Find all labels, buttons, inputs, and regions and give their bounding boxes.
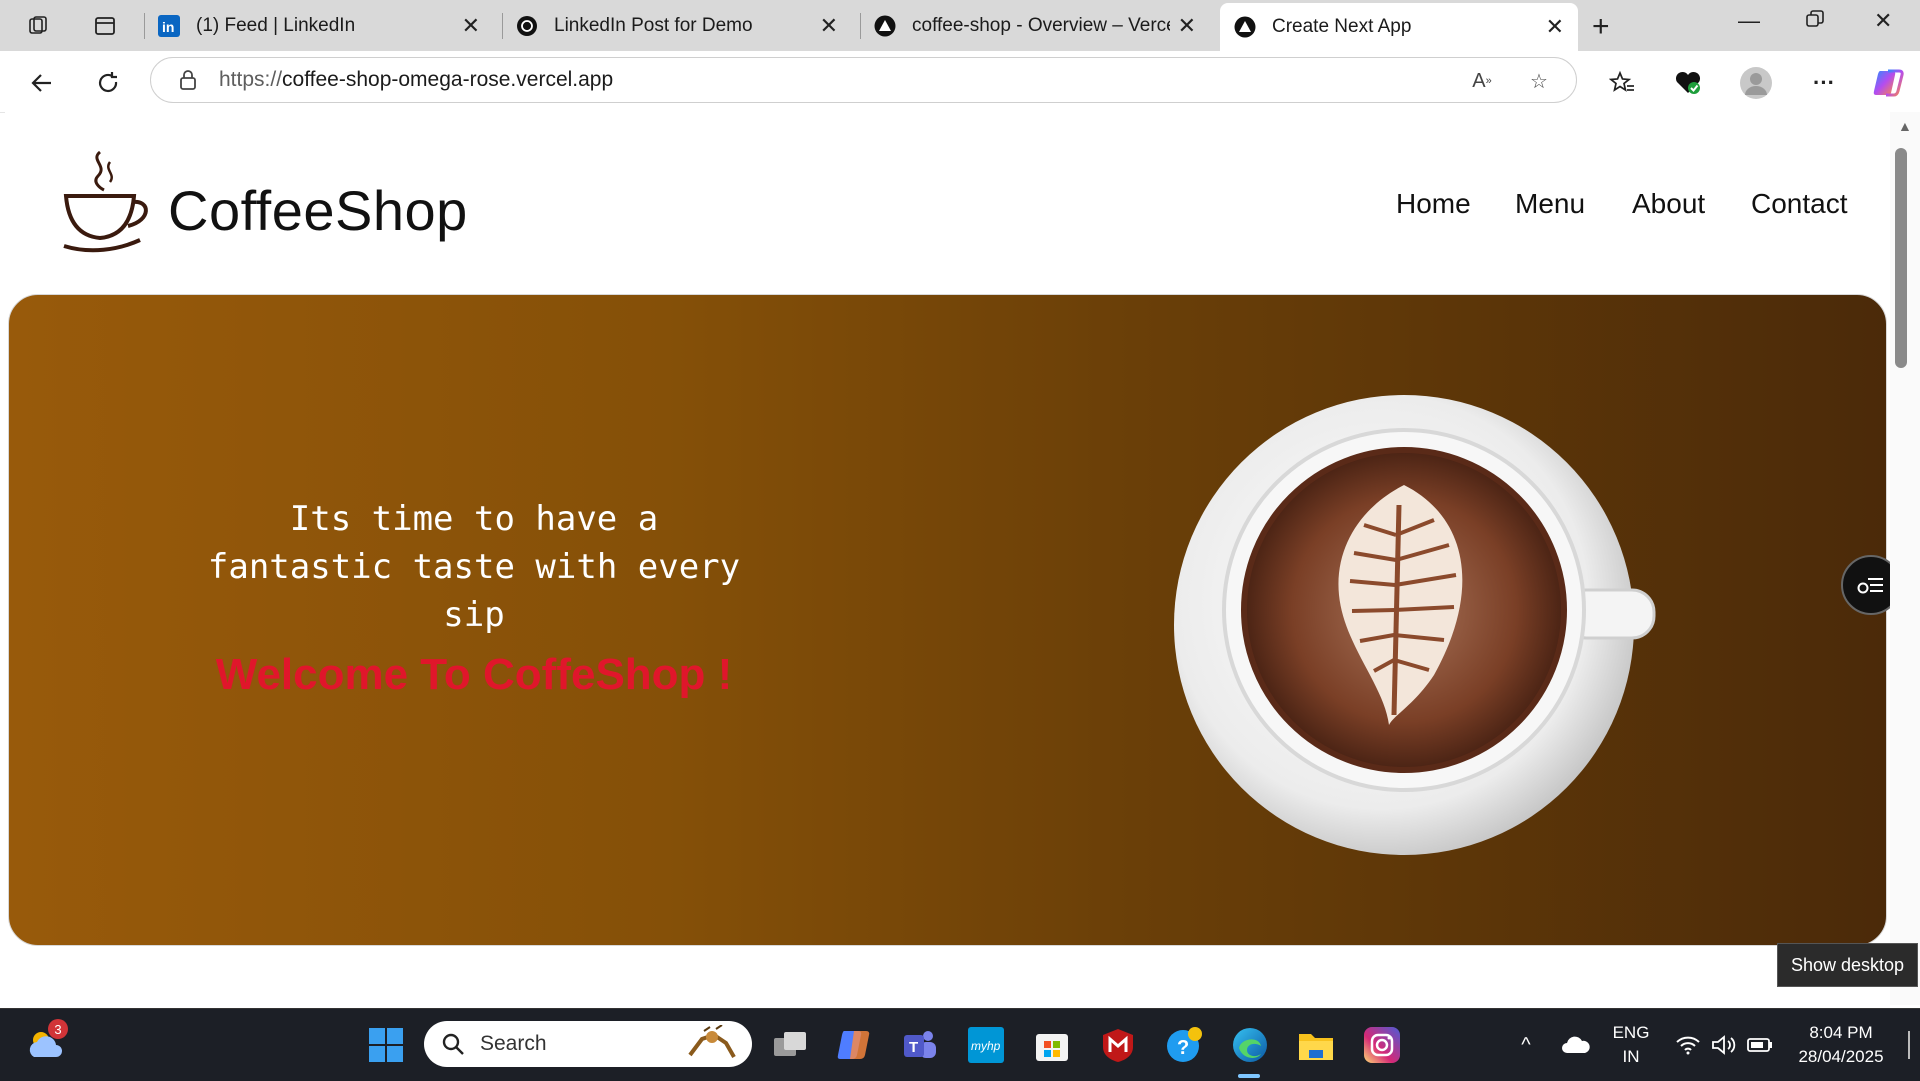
mcafee-icon[interactable] [1098, 1025, 1138, 1065]
teams-icon[interactable]: T [900, 1025, 940, 1065]
browser-essentials-icon[interactable] [1668, 63, 1708, 103]
show-desktop-button[interactable] [1908, 1031, 1910, 1059]
tab-title: LinkedIn Post for Demo [554, 15, 753, 36]
tab-linkedin-feed[interactable]: in (1) Feed | LinkedIn ✕ [144, 5, 494, 47]
favorites-icon[interactable] [1602, 63, 1642, 103]
chatgpt-icon [516, 15, 538, 37]
microsoft-store-icon[interactable] [1032, 1025, 1072, 1065]
weather-widget-icon[interactable]: 3 [26, 1019, 68, 1065]
page-scrollbar[interactable]: ▲ [1890, 112, 1920, 1005]
svg-text:in: in [162, 19, 174, 35]
svg-text:myhp: myhp [971, 1039, 1001, 1053]
clock-time[interactable]: 8:04 PM [1786, 1023, 1896, 1043]
file-explorer-icon[interactable] [1296, 1025, 1336, 1065]
svg-text:?: ? [1177, 1037, 1189, 1059]
scroll-up-arrow-icon[interactable]: ▲ [1898, 118, 1912, 134]
linkedin-icon: in [158, 15, 180, 37]
url-scheme: https:// [219, 68, 283, 91]
workspaces-icon[interactable] [16, 6, 62, 46]
copilot-app-icon[interactable] [834, 1025, 874, 1065]
minimize-button[interactable]: — [1738, 8, 1760, 34]
active-app-indicator [1238, 1074, 1260, 1078]
tab-create-next-app[interactable]: Create Next App ✕ [1220, 3, 1578, 51]
profile-avatar[interactable] [1736, 63, 1776, 103]
edge-browser-icon[interactable] [1230, 1025, 1270, 1065]
favorite-star-icon[interactable]: ☆ [1524, 67, 1554, 95]
hero-tagline: Its time to have a fantastic taste with … [207, 499, 741, 635]
nav-contact[interactable]: Contact [1751, 188, 1848, 220]
vercel-icon [1234, 16, 1256, 38]
task-view-icon[interactable] [770, 1025, 810, 1065]
search-icon [440, 1031, 466, 1057]
nav-about[interactable]: About [1632, 188, 1705, 220]
read-aloud-icon[interactable]: A» [1467, 67, 1497, 95]
close-window-button[interactable]: ✕ [1874, 8, 1892, 34]
tab-title: Create Next App [1272, 16, 1412, 37]
tab-actions-icon[interactable] [82, 6, 128, 46]
wifi-icon[interactable] [1668, 1025, 1708, 1065]
latte-cup-image [1164, 385, 1684, 865]
copilot-icon[interactable] [1868, 63, 1908, 103]
language-indicator[interactable]: ENG [1606, 1023, 1656, 1043]
close-tab-icon[interactable]: ✕ [820, 13, 838, 39]
svg-text:T: T [909, 1039, 918, 1056]
region-indicator[interactable]: IN [1606, 1047, 1656, 1067]
hero-welcome-heading: Welcome To CoffeShop ! [215, 650, 733, 699]
search-placeholder: Search [480, 1032, 547, 1055]
notification-badge: 3 [48, 1019, 68, 1039]
close-tab-icon[interactable]: ✕ [1546, 14, 1564, 40]
close-tab-icon[interactable]: ✕ [462, 13, 480, 39]
url-host: coffee-shop-omega-rose.vercel.app [282, 68, 614, 91]
site-header: CoffeeShop Home Menu About Contact [5, 112, 1890, 292]
site-brand[interactable]: CoffeeShop [168, 178, 468, 243]
restore-button[interactable] [1806, 8, 1824, 34]
scroll-thumb[interactable] [1895, 148, 1907, 368]
get-help-icon[interactable]: ? [1164, 1025, 1204, 1065]
volume-icon[interactable] [1704, 1025, 1744, 1065]
tab-vercel-overview[interactable]: coffee-shop - Overview – Vercel ✕ [860, 5, 1210, 47]
browser-toolbar: https://coffee-shop-omega-rose.vercel.ap… [0, 51, 1920, 113]
clock-date[interactable]: 28/04/2025 [1786, 1047, 1896, 1067]
more-options-icon[interactable]: ··· [1804, 63, 1844, 103]
vercel-icon [874, 15, 896, 37]
nav-home[interactable]: Home [1396, 188, 1471, 220]
address-bar[interactable]: https://coffee-shop-omega-rose.vercel.ap… [150, 57, 1577, 103]
search-highlight-icon [682, 1024, 742, 1068]
close-tab-icon[interactable]: ✕ [1178, 13, 1196, 39]
onedrive-icon[interactable] [1556, 1025, 1596, 1065]
taskbar-search[interactable]: Search [424, 1021, 752, 1067]
show-hidden-icons-chevron-icon[interactable]: ^ [1506, 1025, 1546, 1065]
url-text: https://coffee-shop-omega-rose.vercel.ap… [219, 68, 613, 92]
back-button[interactable] [22, 63, 62, 103]
taskbar: 3 Search T myhp ? ^ ENG IN 8:04 PM 28/04… [0, 1008, 1920, 1081]
new-tab-button[interactable]: + [1592, 10, 1610, 44]
web-page: CoffeeShop Home Menu About Contact Its t… [5, 112, 1890, 1005]
start-button[interactable] [366, 1025, 406, 1065]
tab-title: coffee-shop - Overview – Vercel [912, 15, 1170, 36]
instagram-icon[interactable] [1362, 1025, 1402, 1065]
myhp-icon[interactable]: myhp [966, 1025, 1006, 1065]
refresh-button[interactable] [88, 63, 128, 103]
nav-menu[interactable]: Menu [1515, 188, 1585, 220]
tab-title: (1) Feed | LinkedIn [196, 15, 356, 36]
hero-banner: Its time to have a fantastic taste with … [8, 294, 1887, 946]
battery-icon[interactable] [1740, 1025, 1780, 1065]
coffee-cup-logo-icon[interactable] [60, 146, 156, 256]
lock-icon[interactable] [177, 69, 199, 91]
show-desktop-tooltip: Show desktop [1777, 943, 1918, 987]
tab-linkedin-post[interactable]: LinkedIn Post for Demo ✕ [502, 5, 852, 47]
